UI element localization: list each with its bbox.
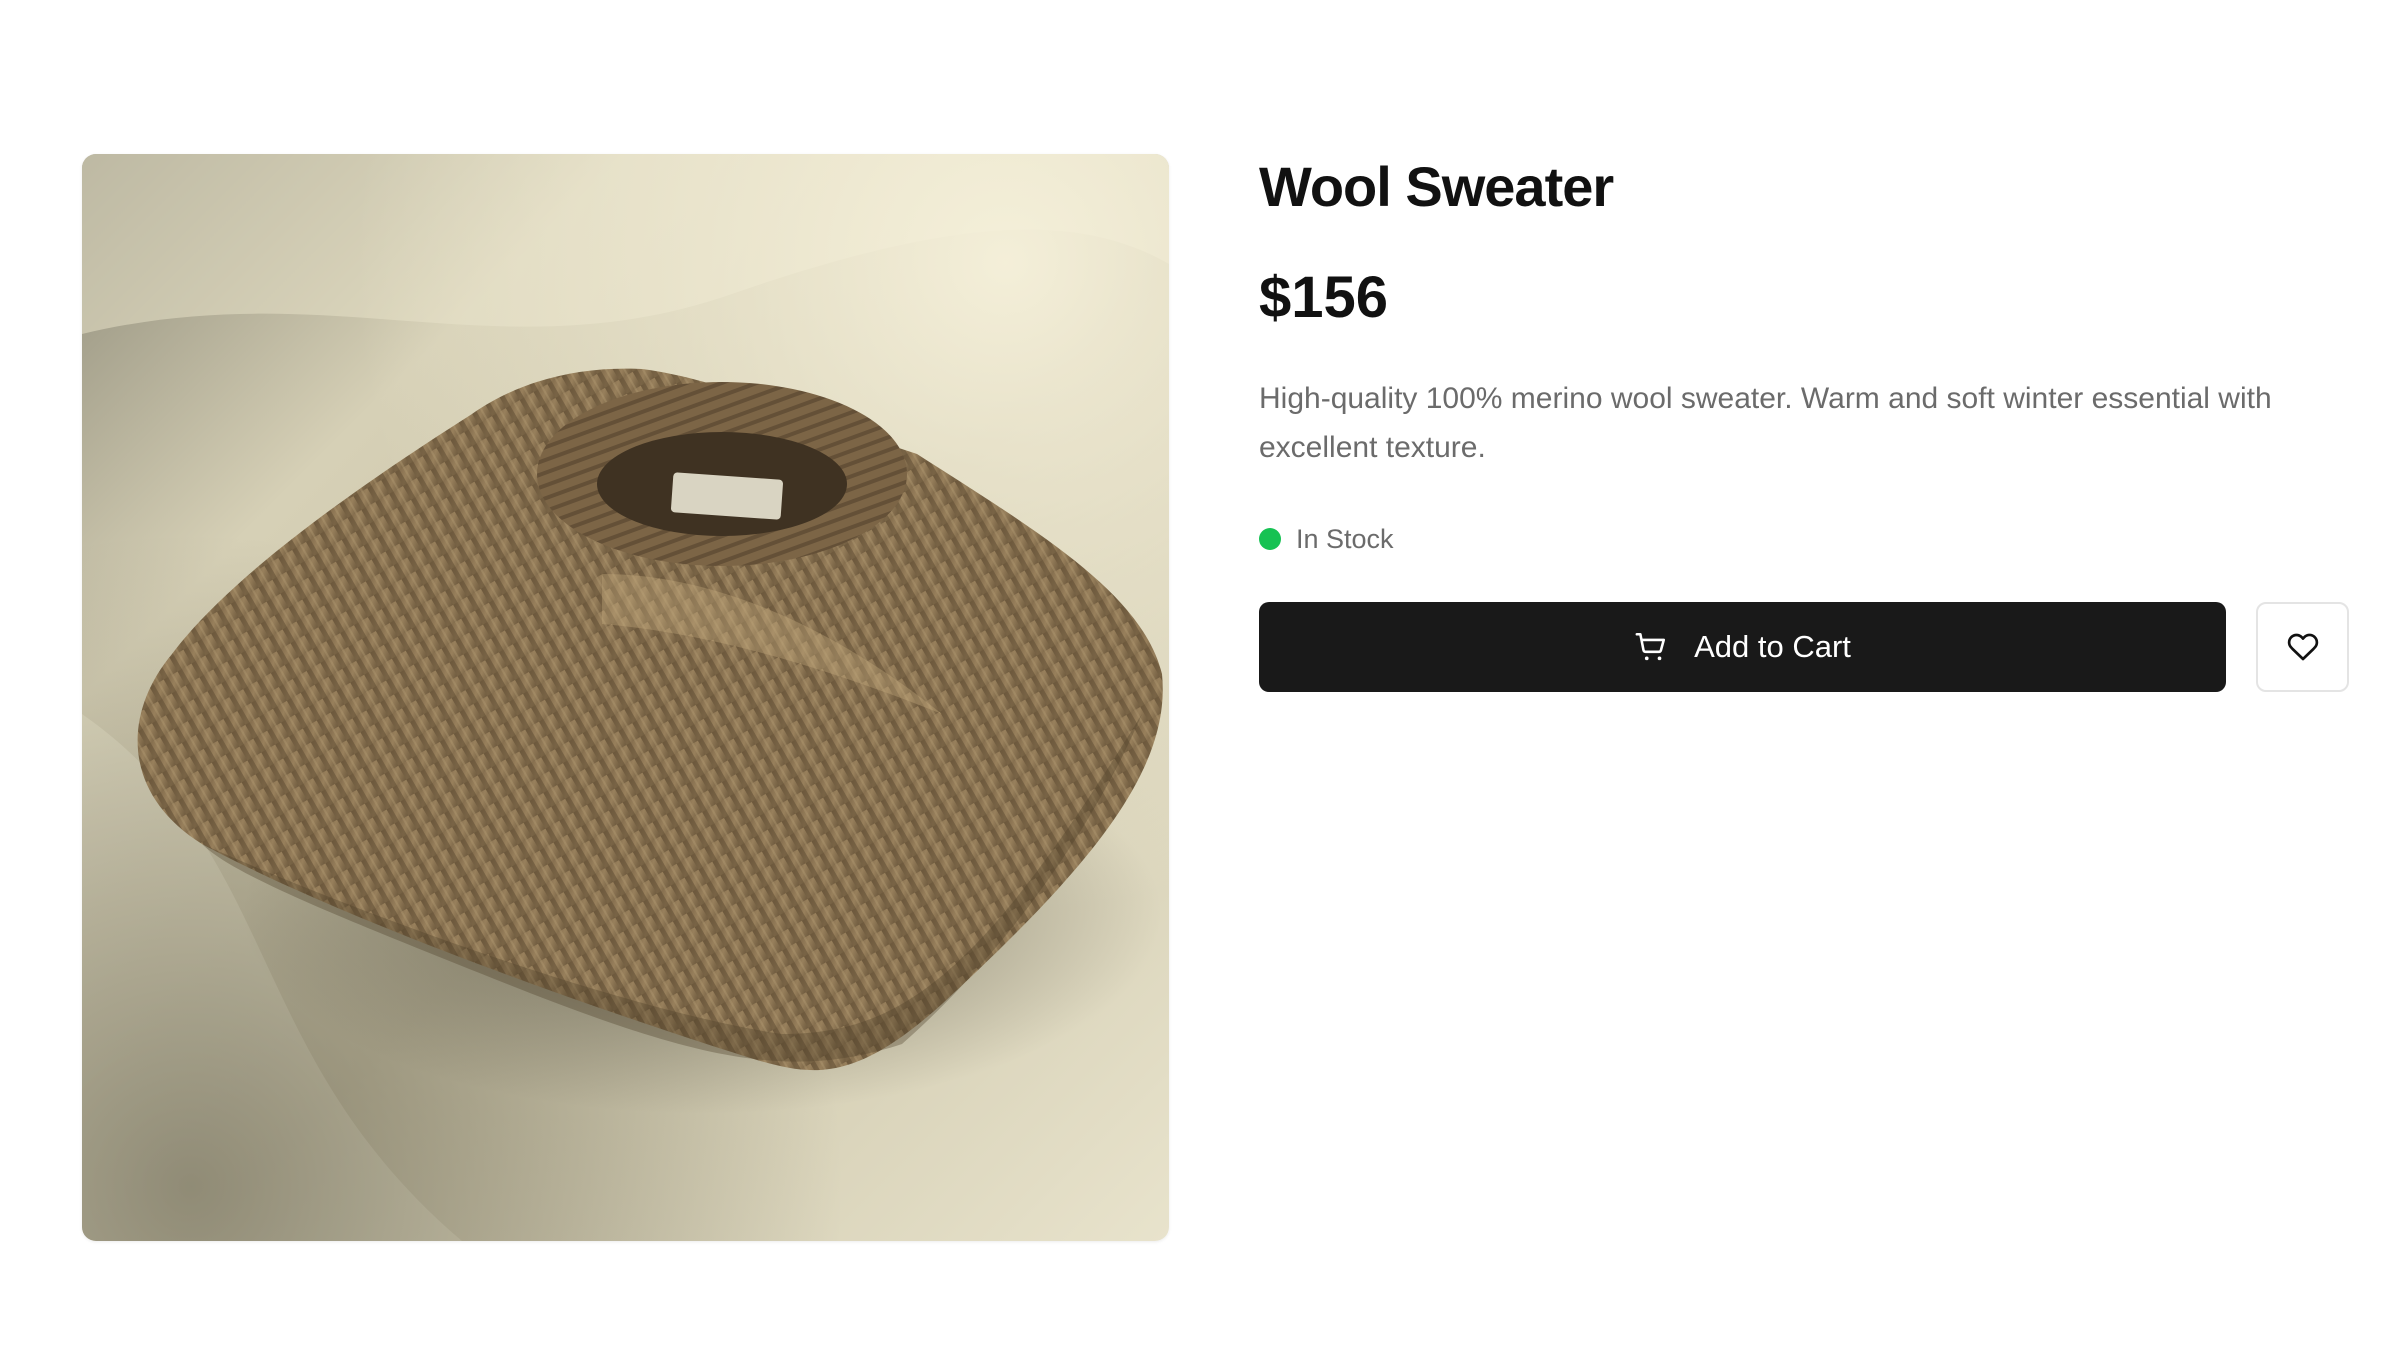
heart-icon xyxy=(2287,633,2318,661)
sweater-illustration xyxy=(82,154,1169,1241)
wishlist-button[interactable] xyxy=(2256,602,2349,692)
product-page: Wool Sweater $156 High-quality 100% meri… xyxy=(0,0,2400,1350)
stock-status: In Stock xyxy=(1259,522,2349,556)
product-image xyxy=(82,154,1169,1241)
add-to-cart-button[interactable]: Add to Cart xyxy=(1259,602,2226,692)
cart-icon xyxy=(1634,630,1668,664)
add-to-cart-label: Add to Cart xyxy=(1694,629,1851,664)
product-title: Wool Sweater xyxy=(1259,155,1614,218)
stock-label: In Stock xyxy=(1296,523,1394,554)
product-description: High-quality 100% merino wool sweater. W… xyxy=(1259,382,2272,464)
product-details: Wool Sweater $156 High-quality 100% meri… xyxy=(1259,154,2349,692)
product-price: $156 xyxy=(1259,265,1389,330)
stock-indicator-dot xyxy=(1259,528,1281,550)
product-actions: Add to Cart xyxy=(1259,602,2349,692)
